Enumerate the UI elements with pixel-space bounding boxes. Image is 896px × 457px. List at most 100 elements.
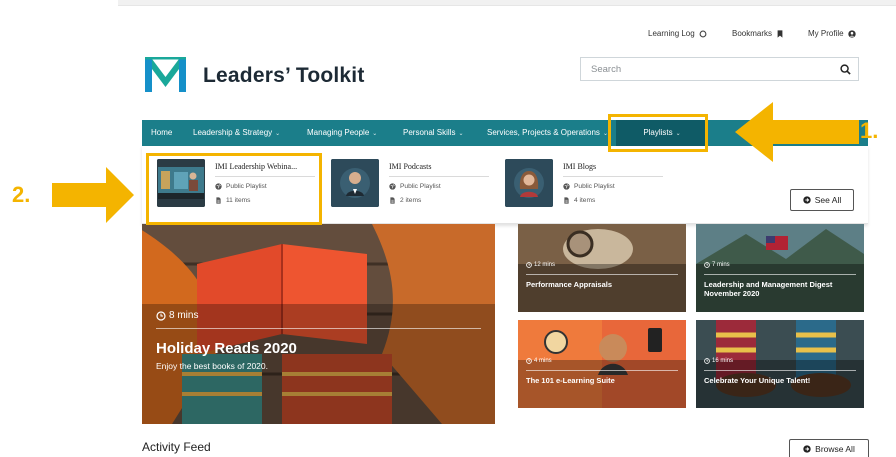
hero-title: Holiday Reads 2020 (156, 340, 297, 357)
divider (156, 328, 481, 329)
divider (526, 274, 678, 275)
chevron-down-icon: ⌄ (458, 131, 464, 137)
browse-all-label: Browse All (815, 444, 855, 454)
my-profile-link[interactable]: My Profile (808, 29, 856, 38)
podcast-host-image (331, 159, 379, 207)
clock-icon (526, 358, 532, 364)
document-icon (564, 197, 569, 204)
screenshot-root: { "header": { "learning_log": "Learning … (0, 0, 896, 457)
playlist-title: IMI Blogs (563, 162, 597, 171)
duration-text: 12 mins (534, 262, 556, 268)
divider (704, 370, 856, 371)
content-tile[interactable]: 16 mins Celebrate Your Unique Talent! (696, 320, 864, 408)
nav-item-services-projects-operations[interactable]: Services, Projects & Operations ⌄ (487, 120, 608, 146)
document-icon (390, 197, 395, 204)
hero-image (142, 224, 495, 424)
tile-title: The 101 e-Learning Suite (526, 376, 615, 385)
user-icon (847, 29, 856, 38)
arrow-left-icon (735, 102, 859, 162)
playlist-thumbnail (505, 159, 553, 207)
nav-label: Managing People (307, 128, 370, 137)
playlist-items: 2 items (400, 197, 422, 204)
highlight-box-playlists (608, 114, 708, 152)
blog-author-image (505, 159, 553, 207)
playlist-count: 2 items (389, 197, 421, 204)
tile-title: Leadership and Management Digest Novembe… (704, 280, 833, 299)
duration-text: 7 mins (712, 262, 730, 268)
tile-image (696, 320, 864, 408)
clock-icon (704, 262, 710, 268)
activity-feed-heading: Activity Feed (142, 440, 211, 454)
clock-icon (156, 310, 166, 321)
tile-title: Performance Appraisals (526, 280, 613, 289)
learning-log-link[interactable]: Learning Log (648, 29, 707, 38)
bookmarks-label: Bookmarks (732, 29, 773, 38)
see-all-button[interactable]: See All (790, 189, 854, 211)
divider (389, 176, 489, 177)
tile-title: Celebrate Your Unique Talent! (704, 376, 811, 385)
duration: 16 mins (704, 358, 733, 364)
divider (563, 176, 663, 177)
playlist-card[interactable]: IMI Podcasts Public Playlist 2 items (331, 159, 501, 211)
playlist-visibility: Public Playlist (389, 183, 441, 190)
tile-image (518, 320, 686, 408)
nav-label: Leadership & Strategy (193, 128, 273, 137)
bookmark-icon (777, 29, 783, 38)
clock-icon (526, 262, 532, 268)
divider (526, 370, 678, 371)
bookmarks-link[interactable]: Bookmarks (732, 29, 784, 38)
annotation-label-one: 1. (860, 118, 879, 143)
playlist-items: 4 items (574, 197, 596, 204)
chevron-down-icon: ⌄ (275, 131, 281, 137)
clock-icon (704, 358, 710, 364)
duration-text: 4 mins (534, 358, 552, 364)
search-box (580, 57, 859, 81)
chevron-down-icon: ⌄ (372, 131, 378, 137)
duration: 7 mins (704, 262, 730, 268)
duration: 8 mins (156, 310, 198, 321)
search-input[interactable] (581, 58, 832, 80)
globe-icon (563, 183, 570, 190)
hero-card[interactable]: 8 mins Holiday Reads 2020 Enjoy the best… (142, 224, 495, 424)
nav-item-personal-skills[interactable]: Personal Skills ⌄ (403, 120, 464, 146)
playlist-type: Public Playlist (400, 183, 441, 190)
see-all-label: See All (814, 195, 842, 205)
search-button[interactable] (832, 58, 858, 80)
nav-label: Home (151, 128, 173, 137)
nav-label: Personal Skills (403, 128, 456, 137)
content-tile[interactable]: 4 mins The 101 e-Learning Suite (518, 320, 686, 408)
browse-all-button[interactable]: Browse All (789, 439, 869, 457)
playlist-thumbnail (331, 159, 379, 207)
arrow-circle-right-icon (803, 445, 811, 453)
playlist-count: 4 items (563, 197, 595, 204)
circle-icon (699, 30, 707, 37)
duration-text: 8 mins (169, 310, 199, 321)
nav-item-leadership-strategy[interactable]: Leadership & Strategy ⌄ (193, 120, 280, 146)
nav-item-home[interactable]: Home (151, 120, 172, 146)
playlist-card[interactable]: IMI Blogs Public Playlist 4 items (505, 159, 675, 211)
hero-subtitle: Enjoy the best books of 2020. (156, 361, 268, 371)
tile-image (696, 224, 864, 312)
globe-icon (389, 183, 396, 190)
duration-text: 16 mins (712, 358, 734, 364)
content-tile[interactable]: 12 mins Performance Appraisals (518, 224, 686, 312)
nav-item-managing-people[interactable]: Managing People ⌄ (307, 120, 377, 146)
brand-title[interactable]: Leaders’ Toolkit (203, 64, 365, 88)
arrow-right-icon (52, 167, 134, 223)
arrow-circle-right-icon (803, 196, 811, 204)
nav-label: Services, Projects & Operations (487, 128, 600, 137)
divider (704, 274, 856, 275)
learning-log-label: Learning Log (648, 29, 695, 38)
annotation-label-two: 2. (12, 182, 31, 207)
highlight-box-playlist-card (146, 153, 322, 225)
top-border-strip (118, 0, 896, 6)
playlist-title: IMI Podcasts (389, 162, 432, 171)
search-icon (839, 63, 851, 75)
playlist-type: Public Playlist (574, 183, 615, 190)
content-tile[interactable]: 7 mins Leadership and Management Digest … (696, 224, 864, 312)
leaders-toolkit-logo-icon[interactable] (145, 57, 186, 93)
tile-image (518, 224, 686, 312)
duration: 4 mins (526, 358, 552, 364)
my-profile-label: My Profile (808, 29, 844, 38)
duration: 12 mins (526, 262, 555, 268)
